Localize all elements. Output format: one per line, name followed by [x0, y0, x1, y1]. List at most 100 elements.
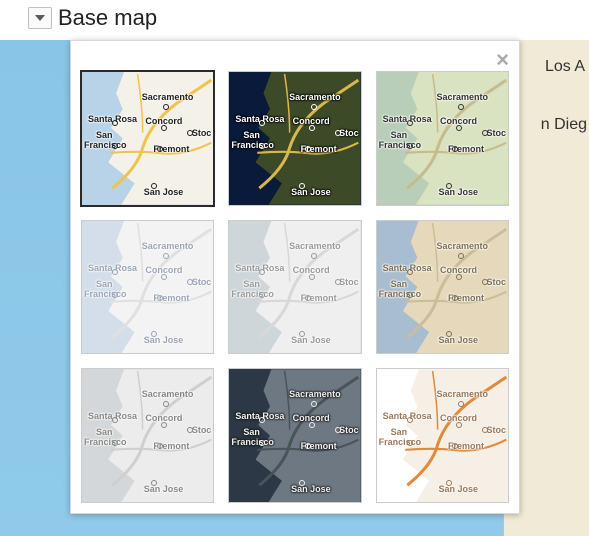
dot-stockton	[187, 279, 193, 285]
label-san-jose: San Jose	[144, 335, 184, 345]
basemap-option-dark[interactable]: SacramentoSanta RosaConcordStocSanFranci…	[228, 368, 361, 503]
label-stockton: Stoc	[339, 425, 359, 435]
dot-santa-rosa	[112, 120, 118, 126]
dot-stockton	[335, 279, 341, 285]
dot-stockton	[335, 130, 341, 136]
dot-concord	[309, 125, 315, 131]
dot-sacramento	[311, 401, 317, 407]
dot-sacramento	[311, 253, 317, 259]
app-stage: Los A n Dieg Base map × SacramentoSanta …	[0, 0, 589, 536]
label-sacramento: Sacramento	[142, 92, 194, 102]
label-sacramento: Sacramento	[289, 241, 341, 251]
dot-sf	[112, 292, 118, 298]
label-san-jose: San Jose	[438, 187, 478, 197]
dot-concord	[309, 274, 315, 280]
label-francisco: Francisco	[84, 140, 127, 150]
label-francisco: Francisco	[379, 437, 422, 447]
dot-sacramento	[163, 253, 169, 259]
dot-fremont	[305, 443, 311, 449]
label-stockton: Stoc	[486, 425, 506, 435]
label-san: San	[391, 279, 408, 289]
label-stockton: Stoc	[339, 277, 359, 287]
panel-title: Base map	[58, 5, 157, 31]
label-francisco: Francisco	[84, 289, 127, 299]
dot-sf	[112, 143, 118, 149]
basemap-option-default[interactable]: SacramentoSanta RosaConcordStocSanFranci…	[81, 71, 214, 206]
label-san: San	[96, 279, 113, 289]
bg-label-sd: n Dieg	[541, 116, 587, 134]
label-sacramento: Sacramento	[436, 389, 488, 399]
label-stockton: Stoc	[486, 128, 506, 138]
dot-stockton	[482, 279, 488, 285]
basemap-option-silver[interactable]: SacramentoSanta RosaConcordStocSanFranci…	[81, 368, 214, 503]
dot-san-jose	[446, 183, 452, 189]
dot-fremont	[305, 295, 311, 301]
dropdown-toggle[interactable]	[28, 7, 52, 29]
label-stockton: Stoc	[192, 425, 212, 435]
dot-santa-rosa	[407, 417, 413, 423]
label-san: San	[243, 279, 260, 289]
dot-sf	[407, 143, 413, 149]
dot-concord	[309, 422, 315, 428]
label-san-jose: San Jose	[144, 187, 184, 197]
label-san-jose: San Jose	[438, 484, 478, 494]
basemap-option-light-tan[interactable]: SacramentoSanta RosaConcordStocSanFranci…	[376, 220, 509, 355]
dot-santa-rosa	[259, 269, 265, 275]
dot-sacramento	[311, 104, 317, 110]
basemap-option-retro[interactable]: SacramentoSanta RosaConcordStocSanFranci…	[376, 368, 509, 503]
dot-san-jose	[299, 331, 305, 337]
dot-stockton	[482, 130, 488, 136]
basemap-option-terrain[interactable]: SacramentoSanta RosaConcordStocSanFranci…	[376, 71, 509, 206]
dot-san-jose	[299, 183, 305, 189]
label-san-jose: San Jose	[438, 335, 478, 345]
dot-santa-rosa	[407, 269, 413, 275]
dot-san-jose	[446, 480, 452, 486]
dot-concord	[161, 274, 167, 280]
close-icon[interactable]: ×	[496, 49, 509, 71]
basemap-grid: SacramentoSanta RosaConcordStocSanFranci…	[81, 71, 509, 503]
label-sacramento: Sacramento	[289, 389, 341, 399]
label-san-jose: San Jose	[291, 484, 331, 494]
bg-label-la: Los A	[545, 58, 585, 76]
label-francisco: Francisco	[231, 140, 274, 150]
label-sacramento: Sacramento	[436, 92, 488, 102]
dot-sf	[407, 440, 413, 446]
dot-sf	[259, 292, 265, 298]
basemap-option-light-blue[interactable]: SacramentoSanta RosaConcordStocSanFranci…	[81, 220, 214, 355]
chevron-down-icon	[35, 15, 45, 21]
dot-fremont	[305, 146, 311, 152]
label-san: San	[96, 427, 113, 437]
label-san-jose: San Jose	[144, 484, 184, 494]
dot-sacramento	[458, 104, 464, 110]
dot-sacramento	[458, 253, 464, 259]
dot-concord	[456, 274, 462, 280]
label-sacramento: Sacramento	[142, 241, 194, 251]
dot-sf	[407, 292, 413, 298]
label-stockton: Stoc	[192, 128, 212, 138]
basemap-popover: × SacramentoSanta RosaConcordStocSanFran…	[70, 40, 520, 514]
label-san: San	[391, 427, 408, 437]
label-sacramento: Sacramento	[436, 241, 488, 251]
panel-header: Base map	[0, 0, 589, 32]
label-san-jose: San Jose	[291, 335, 331, 345]
label-francisco: Francisco	[379, 289, 422, 299]
label-francisco: Francisco	[84, 437, 127, 447]
label-stockton: Stoc	[192, 277, 212, 287]
dot-fremont	[452, 146, 458, 152]
label-san: San	[243, 130, 260, 140]
basemap-option-light-gray[interactable]: SacramentoSanta RosaConcordStocSanFranci…	[228, 220, 361, 355]
label-san-jose: San Jose	[291, 187, 331, 197]
label-san: San	[391, 130, 408, 140]
dot-fremont	[452, 295, 458, 301]
label-francisco: Francisco	[231, 437, 274, 447]
label-francisco: Francisco	[379, 140, 422, 150]
label-stockton: Stoc	[339, 128, 359, 138]
label-sacramento: Sacramento	[142, 389, 194, 399]
label-francisco: Francisco	[231, 289, 274, 299]
dot-santa-rosa	[112, 269, 118, 275]
label-san: San	[243, 427, 260, 437]
dot-san-jose	[151, 183, 157, 189]
label-san: San	[96, 130, 113, 140]
dot-stockton	[335, 427, 341, 433]
basemap-option-satellite[interactable]: SacramentoSanta RosaConcordStocSanFranci…	[228, 71, 361, 206]
